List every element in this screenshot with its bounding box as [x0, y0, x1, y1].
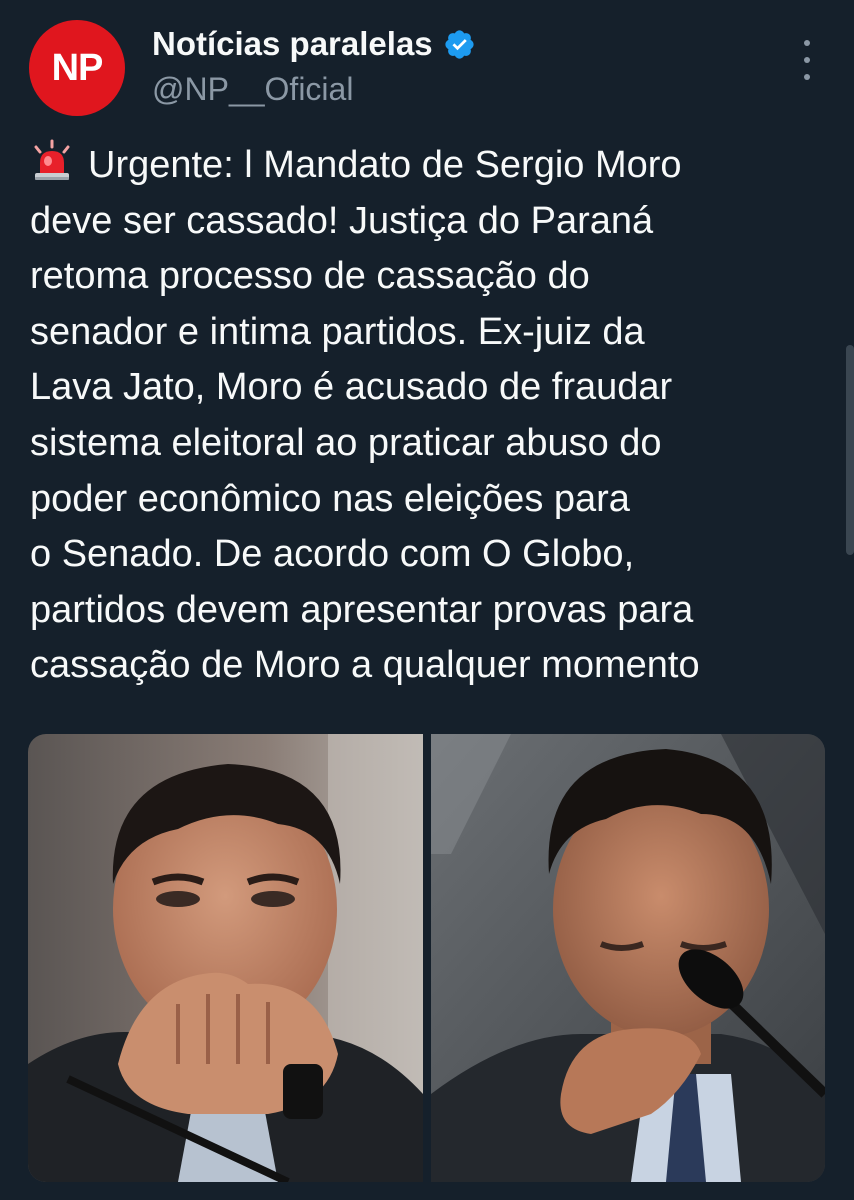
- author-display-name[interactable]: Notícias paralelas: [152, 24, 433, 64]
- tweet-line: retoma processo de cassação do: [30, 255, 590, 298]
- tweet-line: Urgente: l Mandato de Sergio Moro: [88, 144, 682, 186]
- tweet-line: cassação de Moro a qualquer momento: [30, 644, 700, 687]
- tweet-photo-2[interactable]: [431, 734, 825, 1182]
- scrollbar[interactable]: [846, 345, 854, 555]
- tweet-line: poder econômico nas eleições para: [30, 477, 630, 520]
- tweet-line: sistema eleitoral ao praticar abuso do: [30, 421, 662, 464]
- more-options-icon[interactable]: [790, 40, 824, 80]
- tweet-line: Lava Jato, Moro é acusado de fraudar: [30, 366, 673, 409]
- tweet-line: senador e intima partidos. Ex-juiz da: [30, 310, 645, 353]
- tweet-text: Urgente: l Mandato de Sergio Moro deve s…: [30, 138, 830, 694]
- author-name-row[interactable]: Notícias paralelas: [152, 24, 476, 64]
- tweet-line: partidos devem apresentar provas para: [30, 588, 694, 631]
- avatar-text: NP: [51, 46, 104, 89]
- tweet-photo-1[interactable]: [28, 734, 423, 1182]
- tweet-line: o Senado. De acordo com O Globo,: [30, 533, 635, 576]
- rotating-light-icon: [30, 139, 74, 183]
- verified-badge-icon: [443, 28, 476, 61]
- tweet: NP Notícias paralelas @NP__Oficial Urgen…: [0, 0, 854, 1200]
- tweet-line: deve ser cassado! Justiça do Paraná: [30, 199, 654, 242]
- avatar[interactable]: NP: [29, 20, 125, 116]
- author-handle[interactable]: @NP__Oficial: [152, 70, 353, 108]
